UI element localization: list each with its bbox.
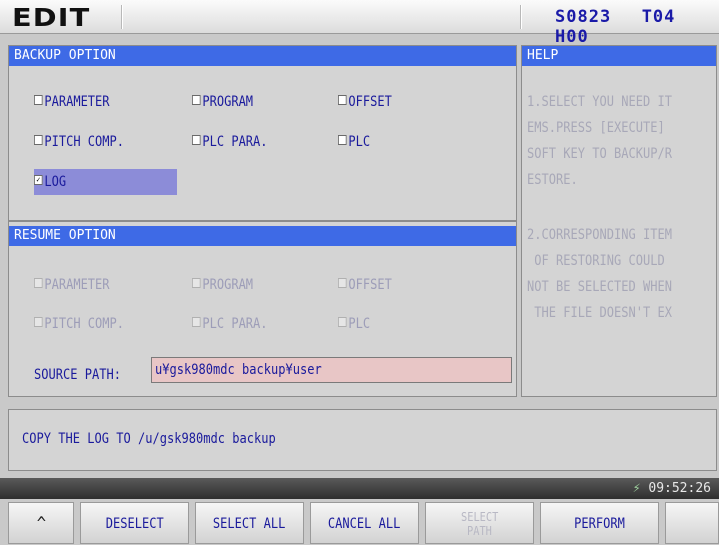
checkbox-icon[interactable]: [34, 135, 43, 145]
help-text-line: OF RESTORING COULD: [527, 253, 665, 269]
back-softkey[interactable]: ^: [8, 502, 74, 544]
backup-pitch-comp-option[interactable]: PITCH COMP.: [34, 134, 124, 150]
help-text-line: 2.CORRESPONDING ITEM: [527, 227, 672, 243]
title-separator: [520, 5, 522, 29]
checkbox-icon[interactable]: [34, 95, 43, 105]
status-strip: [0, 478, 719, 499]
backup-parameter-option[interactable]: PARAMETER: [34, 94, 110, 110]
cancel-all-softkey[interactable]: CANCEL ALL: [310, 502, 419, 544]
source-path-label: SOURCE PATH:: [34, 367, 121, 383]
backup-log-option[interactable]: ✓ LOG: [34, 174, 66, 190]
message-text: COPY THE LOG TO /u/gsk980mdc backup: [22, 431, 276, 447]
deselect-softkey[interactable]: DESELECT: [80, 502, 189, 544]
select-all-softkey[interactable]: SELECT ALL: [195, 502, 304, 544]
source-path-field[interactable]: u¥gsk980mdc backup¥user: [151, 357, 512, 383]
checkbox-icon[interactable]: [192, 135, 201, 145]
checkbox-icon: [192, 278, 201, 288]
checkbox-icon[interactable]: [192, 95, 201, 105]
section-divider: [8, 220, 517, 222]
help-text-line: SOFT KEY TO BACKUP/R: [527, 146, 672, 162]
backup-option-header: BACKUP OPTION: [9, 46, 516, 66]
clock: ⚡ 09:52:26: [632, 481, 711, 496]
spindle-status: S0823: [555, 7, 612, 27]
resume-plc-para-option: PLC PARA.: [192, 316, 268, 332]
checkbox-icon: [34, 278, 43, 288]
perform-softkey[interactable]: PERFORM: [540, 502, 659, 544]
resume-parameter-option: PARAMETER: [34, 277, 110, 293]
help-header: HELP: [522, 46, 716, 66]
chevron-up-icon: ^: [36, 513, 46, 534]
mode-label: EDIT: [12, 3, 91, 32]
connection-icon: ⚡: [632, 481, 641, 496]
backup-plc-option[interactable]: PLC: [338, 134, 370, 150]
backup-plc-para-option[interactable]: PLC PARA.: [192, 134, 268, 150]
resume-plc-option: PLC: [338, 316, 370, 332]
title-separator: [121, 5, 123, 29]
select-path-softkey: SELECT PATH: [425, 502, 534, 544]
checkbox-checked-icon[interactable]: ✓: [34, 175, 43, 185]
help-text-line: EMS.PRESS [EXECUTE]: [527, 120, 665, 136]
backup-offset-option[interactable]: OFFSET: [338, 94, 392, 110]
resume-offset-option: OFFSET: [338, 277, 392, 293]
resume-option-header: RESUME OPTION: [9, 226, 516, 246]
checkbox-icon: [338, 278, 347, 288]
checkbox-icon[interactable]: [338, 135, 347, 145]
resume-pitch-comp-option: PITCH COMP.: [34, 316, 124, 332]
checkbox-icon: [192, 317, 201, 327]
checkbox-icon: [338, 317, 347, 327]
resume-program-option: PROGRAM: [192, 277, 253, 293]
offset-status: H00: [555, 27, 589, 47]
tool-status: T04: [641, 7, 676, 27]
backup-program-option[interactable]: PROGRAM: [192, 94, 253, 110]
help-text-line: ESTORE.: [527, 172, 578, 188]
help-text-line: THE FILE DOESN'T EX: [527, 305, 672, 321]
machine-status: S0823 T04 H00: [555, 7, 719, 47]
checkbox-icon[interactable]: [338, 95, 347, 105]
help-text-line: NOT BE SELECTED WHEN: [527, 279, 672, 295]
extra-softkey[interactable]: [665, 502, 719, 544]
checkbox-icon: [34, 317, 43, 327]
help-text-line: 1.SELECT YOU NEED IT: [527, 94, 672, 110]
